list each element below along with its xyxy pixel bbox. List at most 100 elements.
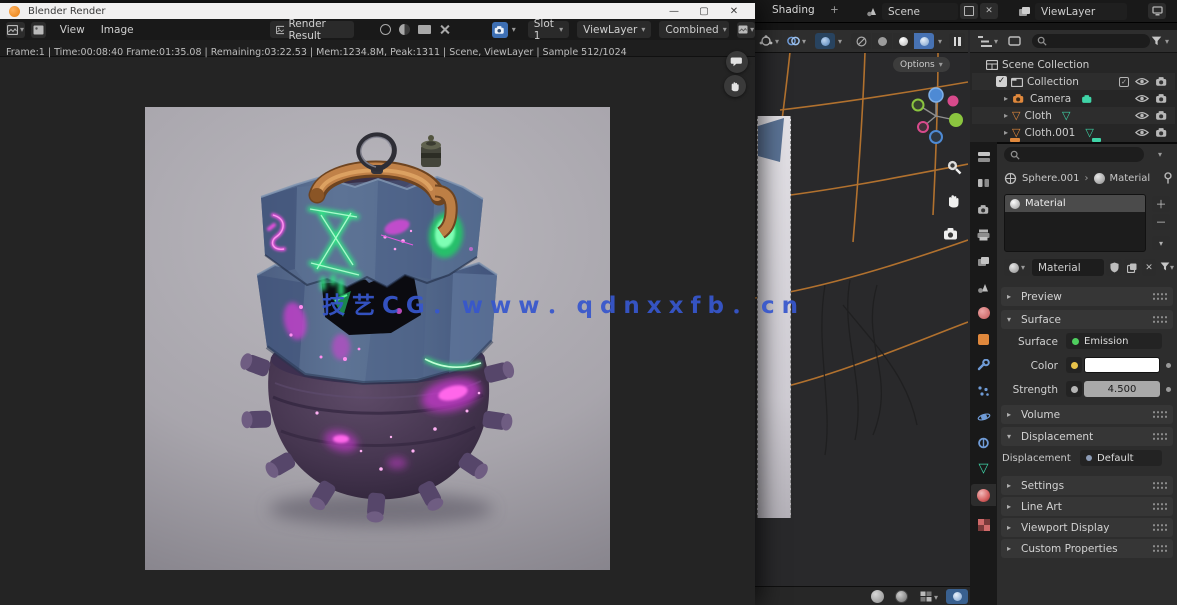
color-socket-button[interactable] bbox=[1066, 357, 1082, 373]
viewport-options-dropdown[interactable]: Options ▾ bbox=[893, 57, 950, 72]
panel-surface[interactable]: ▾ Surface bbox=[1001, 310, 1173, 329]
tab-physics[interactable] bbox=[971, 406, 996, 428]
channel-flat-icon[interactable] bbox=[418, 25, 431, 34]
keyframe-dot-icon[interactable] bbox=[1166, 363, 1171, 368]
image-settings-button[interactable]: ▾ bbox=[737, 22, 755, 38]
properties-search-input[interactable] bbox=[1004, 147, 1144, 162]
panel-grip-icon[interactable] bbox=[1152, 410, 1167, 419]
unlink-scene-button[interactable]: ✕ bbox=[980, 3, 998, 19]
collection-checkbox[interactable]: ✓ bbox=[996, 76, 1007, 87]
tab-render[interactable] bbox=[971, 198, 996, 220]
surface-shader-dropdown[interactable]: Emission bbox=[1066, 333, 1162, 349]
eye-icon[interactable] bbox=[1135, 94, 1149, 103]
tab-output[interactable] bbox=[971, 224, 996, 246]
chevron-down-icon[interactable]: ▾ bbox=[512, 26, 516, 34]
tab-material[interactable] bbox=[971, 484, 996, 506]
preview-sphere-icon[interactable] bbox=[871, 590, 884, 603]
preview-material-icon[interactable] bbox=[895, 590, 908, 603]
chevron-down-icon[interactable]: ▾ bbox=[802, 38, 806, 46]
filter-funnel-icon[interactable] bbox=[1150, 35, 1163, 47]
view-layer-selector[interactable]: ViewLayer ▾ bbox=[577, 21, 651, 38]
channel-half-icon[interactable] bbox=[399, 24, 410, 35]
tool-cross-icon[interactable] bbox=[439, 24, 450, 35]
chevron-down-icon[interactable]: ▾ bbox=[934, 594, 938, 602]
zoom-tool-icon[interactable] bbox=[945, 158, 963, 176]
outliner-search-input[interactable] bbox=[1032, 34, 1150, 48]
slot-selector[interactable]: Slot 1 ▾ bbox=[528, 21, 569, 38]
disclosure-icon[interactable]: ▸ bbox=[1004, 129, 1008, 137]
disclosure-icon[interactable]: ▸ bbox=[1004, 95, 1008, 103]
gizmo-x-axis[interactable] bbox=[949, 113, 963, 127]
grid-icon[interactable] bbox=[920, 591, 932, 602]
add-slot-button[interactable]: ＋ bbox=[1152, 196, 1170, 212]
fake-user-button[interactable] bbox=[1106, 259, 1122, 276]
pan-hand-button[interactable] bbox=[724, 75, 746, 97]
image-datablock-selector[interactable]: Render Result bbox=[270, 21, 354, 38]
tab-texture[interactable] bbox=[971, 514, 996, 536]
tab-constraints[interactable] bbox=[971, 432, 996, 454]
color-swatch[interactable] bbox=[1084, 357, 1160, 373]
unlink-material-button[interactable]: ✕ bbox=[1142, 259, 1156, 276]
strength-slider[interactable]: 4.500 bbox=[1084, 381, 1160, 397]
tab-object-data[interactable]: ▽ bbox=[971, 458, 996, 480]
material-slot-item[interactable]: Material bbox=[1005, 195, 1145, 212]
tab-tool[interactable] bbox=[971, 172, 996, 194]
eye-icon[interactable] bbox=[1135, 111, 1149, 120]
outliner-row-collection[interactable]: ✓ Collection ✓ bbox=[972, 73, 1175, 90]
panel-volume[interactable]: ▸ Volume bbox=[1001, 405, 1173, 424]
maximize-button[interactable]: ▢ bbox=[689, 6, 719, 17]
shading-ball-button[interactable] bbox=[946, 589, 968, 604]
panel-grip-icon[interactable] bbox=[1152, 292, 1167, 301]
channel-circle-icon[interactable] bbox=[380, 24, 391, 35]
tab-world[interactable] bbox=[971, 302, 996, 324]
remove-view-layer-button[interactable] bbox=[1148, 3, 1166, 19]
annotate-bubble-button[interactable] bbox=[726, 51, 748, 73]
outliner-display-mode-icon[interactable] bbox=[978, 36, 992, 47]
add-workspace-button[interactable]: + bbox=[830, 4, 839, 16]
shading-rendered-button[interactable] bbox=[914, 33, 934, 49]
shading-solid-button[interactable] bbox=[872, 33, 892, 49]
camera-render-toggle-icon[interactable] bbox=[1155, 76, 1169, 87]
close-button[interactable]: ✕ bbox=[719, 6, 749, 17]
slot-specials-button[interactable]: ▾ bbox=[1152, 236, 1170, 250]
eye-icon[interactable] bbox=[1135, 128, 1149, 137]
new-collection-icon[interactable] bbox=[1008, 35, 1021, 47]
tab-scene[interactable] bbox=[971, 276, 996, 298]
panel-grip-icon[interactable] bbox=[1152, 481, 1167, 490]
outliner-row-scene-collection[interactable]: Scene Collection bbox=[972, 56, 1175, 73]
shading-material-button[interactable] bbox=[893, 33, 913, 49]
chevron-down-icon[interactable]: ▾ bbox=[1170, 264, 1174, 272]
exclude-checkbox[interactable]: ✓ bbox=[1119, 77, 1129, 87]
workspace-tab-shading[interactable]: Shading bbox=[772, 4, 815, 16]
image-pin-button[interactable] bbox=[31, 22, 46, 38]
menu-image[interactable]: Image bbox=[101, 24, 134, 36]
overlays-toggle-icon[interactable] bbox=[786, 35, 800, 47]
strength-socket-button[interactable] bbox=[1066, 381, 1082, 397]
chevron-down-icon[interactable]: ▾ bbox=[994, 38, 998, 46]
render-pass-selector[interactable]: Combined ▾ bbox=[659, 21, 729, 38]
pin-icon[interactable] bbox=[1162, 171, 1174, 185]
camera-render-toggle-icon[interactable] bbox=[1155, 127, 1169, 138]
panel-grip-icon[interactable] bbox=[1152, 432, 1167, 441]
chevron-down-icon[interactable]: ▾ bbox=[838, 38, 842, 46]
camera-render-toggle-icon[interactable] bbox=[1155, 110, 1169, 121]
disclosure-icon[interactable]: ▸ bbox=[1004, 112, 1008, 120]
panel-grip-icon[interactable] bbox=[1152, 502, 1167, 511]
properties-options-icon[interactable]: ▾ bbox=[1158, 151, 1162, 159]
gizmo-z-neg[interactable] bbox=[930, 131, 942, 143]
gizmo-z-axis[interactable] bbox=[929, 88, 943, 102]
outliner-row-cloth[interactable]: ▸ ▽ Cloth ▽ bbox=[972, 107, 1175, 124]
remove-slot-button[interactable]: － bbox=[1152, 214, 1170, 230]
breadcrumb-material[interactable]: Material bbox=[1110, 173, 1151, 184]
render-window-titlebar[interactable]: Blender Render — ▢ ✕ bbox=[0, 3, 755, 19]
eye-icon[interactable] bbox=[1135, 77, 1149, 86]
menu-view[interactable]: View bbox=[60, 24, 85, 36]
scene-selector[interactable]: Scene bbox=[882, 3, 958, 20]
view-layer-selector[interactable]: ViewLayer bbox=[1035, 3, 1127, 20]
panel-grip-icon[interactable] bbox=[1152, 544, 1167, 553]
properties-editor-type-dropdown[interactable] bbox=[971, 146, 996, 168]
panel-settings[interactable]: ▸ Settings bbox=[1001, 476, 1173, 495]
keyframe-dot-icon[interactable] bbox=[1166, 387, 1171, 392]
new-material-button[interactable] bbox=[1124, 259, 1140, 276]
browse-material-button[interactable]: ▾ bbox=[1004, 259, 1030, 276]
